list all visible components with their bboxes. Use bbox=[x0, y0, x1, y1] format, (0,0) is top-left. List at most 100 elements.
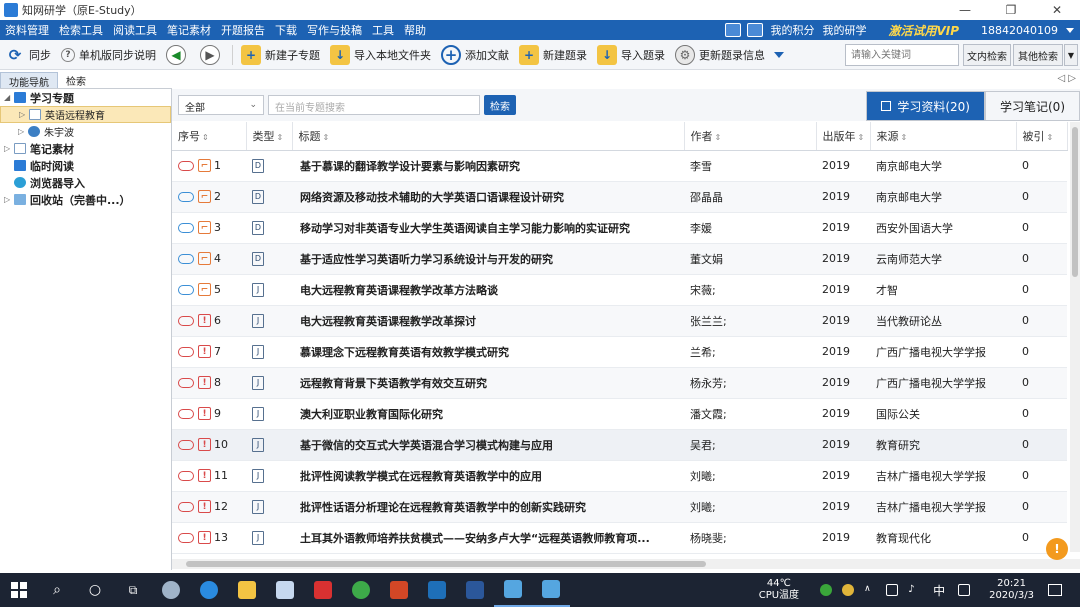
document-status-icon[interactable]: ⌐ bbox=[198, 190, 211, 203]
exclamation-icon[interactable]: ! bbox=[198, 469, 211, 482]
cloud-icon[interactable] bbox=[178, 346, 194, 357]
column-header-index[interactable]: 序号 ⇕ bbox=[172, 122, 247, 151]
cell-title[interactable]: 澳大利亚职业教育国际化研究 bbox=[292, 398, 684, 430]
add-literature-button[interactable]: + 添加文献 bbox=[436, 42, 514, 68]
keyboard-icon[interactable] bbox=[958, 584, 971, 596]
collapse-triangle-icon[interactable]: ▷ bbox=[4, 144, 14, 153]
menu-item-search-tools[interactable]: 检索工具 bbox=[54, 22, 108, 38]
cloud-icon[interactable] bbox=[178, 532, 194, 543]
cloud-icon[interactable] bbox=[178, 222, 194, 233]
toolbar-more-icon[interactable] bbox=[774, 51, 784, 58]
menu-item-resource[interactable]: 资料管理 bbox=[0, 22, 54, 38]
other-search-dropdown-icon[interactable]: ▼ bbox=[1064, 44, 1078, 66]
volume-icon[interactable]: ♪ bbox=[908, 584, 920, 596]
tab-study-materials[interactable]: 学习资料(20) bbox=[866, 91, 985, 121]
column-header-source[interactable]: 来源 ⇕ bbox=[870, 122, 1017, 151]
back-button[interactable]: ◀ bbox=[161, 42, 195, 68]
minimize-button[interactable]: — bbox=[942, 3, 988, 17]
cloud-icon[interactable] bbox=[178, 501, 194, 512]
exclamation-icon[interactable]: ! bbox=[198, 500, 211, 513]
my-points-link[interactable]: 我的积分 bbox=[766, 22, 818, 38]
table-row[interactable]: ! 10 J 基于微信的交互式大学英语混合学习模式构建与应用 吴君; 2019 教育研究 0 bbox=[172, 429, 1067, 461]
document-status-icon[interactable]: ⌐ bbox=[198, 221, 211, 234]
taskbar-app-fan[interactable] bbox=[152, 573, 190, 607]
table-row[interactable]: ⌐ 5 J 电大远程教育英语课程教学改革方法略谈 宋薇; 2019 才智 0 bbox=[172, 274, 1067, 306]
exclamation-icon[interactable]: ! bbox=[198, 531, 211, 544]
import-record-button[interactable]: ↓ 导入题录 bbox=[592, 42, 670, 68]
panel-scroll-arrows[interactable]: ◁ ▷ bbox=[1057, 73, 1076, 84]
taskbar-app-paint[interactable] bbox=[266, 573, 304, 607]
tree-item-notes[interactable]: ▷ 笔记素材 bbox=[0, 140, 171, 157]
cell-title[interactable]: 土耳其外语教师培养扶贫模式——安纳多卢大学“远程英语教师教育项... bbox=[292, 522, 684, 554]
column-header-type[interactable]: 类型 ⇕ bbox=[246, 122, 293, 151]
cloud-icon[interactable] bbox=[178, 408, 194, 419]
horizontal-scrollbar[interactable] bbox=[172, 559, 1080, 569]
taskbar-app-s[interactable] bbox=[418, 573, 456, 607]
document-status-icon[interactable]: ⌐ bbox=[198, 252, 211, 265]
table-row[interactable]: ⌐ 1 D 基于慕课的翻译教学设计要素与影响因素研究 李雪 2019 南京邮电大学 0 bbox=[172, 150, 1067, 182]
import-folder-button[interactable]: ↓ 导入本地文件夹 bbox=[325, 42, 436, 68]
menu-item-reading-tools[interactable]: 阅读工具 bbox=[108, 22, 162, 38]
document-status-icon[interactable]: ⌐ bbox=[198, 283, 211, 296]
my-study-link[interactable]: 我的研学 bbox=[818, 22, 870, 38]
cloud-icon[interactable] bbox=[178, 377, 194, 388]
search-in-docs-button[interactable]: 文内检索 bbox=[963, 44, 1011, 66]
tab-function-nav[interactable]: 功能导航 bbox=[0, 72, 58, 89]
cell-title[interactable]: 电大远程教育英语课程教学改革探讨 bbox=[292, 305, 684, 337]
menu-item-download[interactable]: 下载 bbox=[270, 22, 302, 38]
cell-title[interactable]: 批评性阅读教学模式在远程教育英语教学中的应用 bbox=[292, 460, 684, 492]
column-header-author[interactable]: 作者 ⇕ bbox=[684, 122, 817, 151]
clock[interactable]: 20:21 2020/3/3 bbox=[989, 578, 1034, 602]
tree-item-zhu-yubo[interactable]: ▷ 朱宇波 bbox=[0, 123, 171, 140]
cell-title[interactable]: 电大远程教育英语课程教学改革方法略谈 bbox=[292, 274, 684, 306]
cloud-icon[interactable] bbox=[178, 470, 194, 481]
tree-item-recycle-bin[interactable]: ▷ 回收站（完善中...） bbox=[0, 191, 171, 208]
taskbar-app-word[interactable] bbox=[456, 573, 494, 607]
menu-item-help[interactable]: 帮助 bbox=[399, 22, 431, 38]
account-dropdown-icon[interactable] bbox=[1066, 27, 1074, 33]
sync-help-button[interactable]: ? 单机版同步说明 bbox=[56, 42, 161, 68]
scroll-thumb[interactable] bbox=[1072, 127, 1078, 277]
cell-title[interactable]: 基于慕课的翻译教学设计要素与影响因素研究 bbox=[292, 150, 684, 182]
exclamation-icon[interactable]: ! bbox=[198, 314, 211, 327]
topic-search-button[interactable]: 检索 bbox=[484, 95, 516, 115]
table-row[interactable]: ⌐ 3 D 移动学习对非英语专业大学生英语阅读自主学习能力影响的实证研究 李媛 2019 西… bbox=[172, 212, 1067, 244]
topic-search-input[interactable]: 在当前专题搜索 bbox=[268, 95, 480, 115]
cloud-icon[interactable] bbox=[178, 315, 194, 326]
menu-item-writing[interactable]: 写作与投稿 bbox=[302, 22, 367, 38]
task-view-button[interactable]: ⧉ bbox=[114, 573, 152, 607]
table-row[interactable]: ! 9 J 澳大利亚职业教育国际化研究 潘文霞; 2019 国际公关 0 bbox=[172, 398, 1067, 430]
maximize-button[interactable]: ❐ bbox=[988, 3, 1034, 17]
cloud-icon[interactable] bbox=[178, 160, 194, 171]
cell-title[interactable]: 网络资源及移动技术辅助的大学英语口语课程设计研究 bbox=[292, 181, 684, 213]
forward-button[interactable]: ▶ bbox=[195, 42, 229, 68]
green-app-icon[interactable] bbox=[820, 584, 833, 596]
warning-icon[interactable]: ! bbox=[1046, 538, 1068, 560]
vertical-scrollbar[interactable] bbox=[1070, 122, 1080, 552]
collapse-triangle-icon[interactable]: ▷ bbox=[18, 127, 28, 136]
update-record-button[interactable]: ⚙ 更新题录信息 bbox=[670, 42, 770, 68]
column-header-cited[interactable]: 被引 ⇕ bbox=[1016, 122, 1068, 151]
scope-select[interactable]: 全部 ⌄ bbox=[178, 95, 264, 115]
cell-title[interactable]: 基于微信的交互式大学英语混合学习模式构建与应用 bbox=[292, 429, 684, 461]
new-record-button[interactable]: + 新建题录 bbox=[514, 42, 592, 68]
taskbar-app-powerpoint[interactable] bbox=[380, 573, 418, 607]
cell-title[interactable]: 慕课理念下远程教育英语有效教学模式研究 bbox=[292, 336, 684, 368]
table-row[interactable]: ! 13 J 土耳其外语教师培养扶贫模式——安纳多卢大学“远程英语教师教育项... 杨晓… bbox=[172, 522, 1067, 554]
cloud-icon[interactable] bbox=[178, 439, 194, 450]
collapse-triangle-icon[interactable]: ▷ bbox=[4, 195, 14, 204]
vip-trial-button[interactable]: 激活试用VIP bbox=[870, 22, 977, 39]
tree-item-english-distance-ed[interactable]: ▷ 英语远程教育 bbox=[0, 106, 171, 123]
taskbar-app-estudy-2[interactable] bbox=[532, 573, 570, 607]
document-status-icon[interactable]: ⌐ bbox=[198, 159, 211, 172]
menu-item-proposal[interactable]: 开题报告 bbox=[216, 22, 270, 38]
tab-study-notes[interactable]: 学习笔记(0) bbox=[985, 91, 1080, 121]
cell-title[interactable]: 基于适应性学习英语听力学习系统设计与开发的研究 bbox=[292, 243, 684, 275]
cell-title[interactable]: 移动学习对非英语专业大学生英语阅读自主学习能力影响的实证研究 bbox=[292, 212, 684, 244]
table-row[interactable]: ! 8 J 远程教育背景下英语教学有效交互研究 杨永芳; 2019 广西广播电视大学学报 0 bbox=[172, 367, 1067, 399]
column-header-year[interactable]: 出版年 ⇕ bbox=[816, 122, 871, 151]
search-taskbar-button[interactable]: ⌕ bbox=[38, 573, 76, 607]
layout-icon[interactable] bbox=[725, 23, 742, 37]
notification-icon[interactable] bbox=[1048, 584, 1062, 596]
network-icon[interactable] bbox=[886, 584, 899, 596]
